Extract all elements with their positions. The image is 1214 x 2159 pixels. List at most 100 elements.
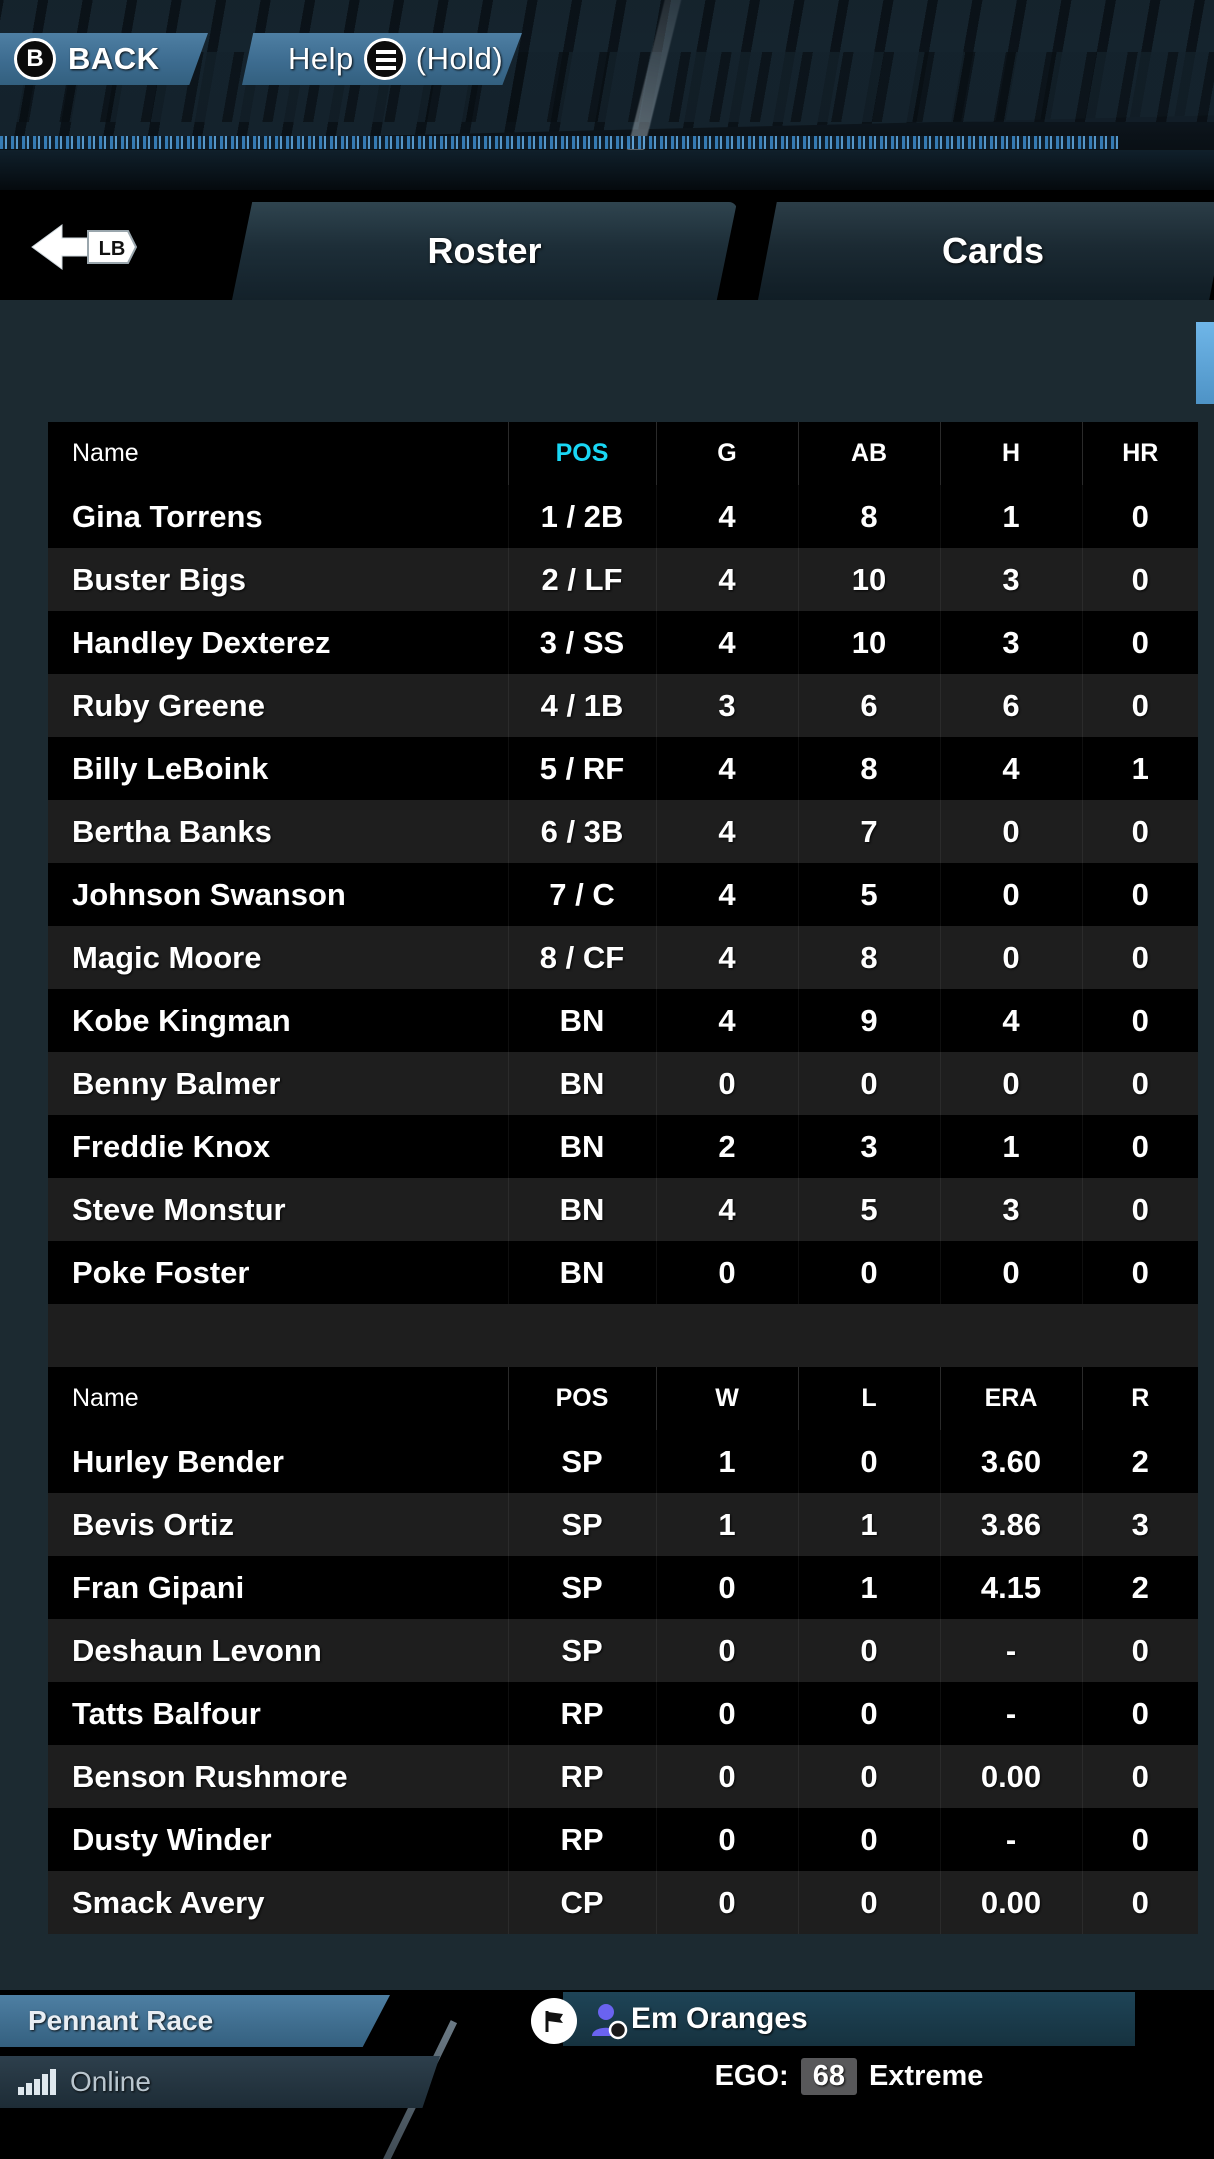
batter-g: 4: [656, 737, 799, 800]
table-row[interactable]: Poke Foster BN 0 0 0 0: [48, 1241, 1198, 1304]
col-header-g[interactable]: G: [656, 422, 799, 485]
batter-hr: 0: [1131, 561, 1149, 597]
help-button[interactable]: Help (Hold): [242, 33, 522, 85]
table-row[interactable]: Bertha Banks 6 / 3B 4 7 0 0: [48, 800, 1198, 863]
table-row[interactable]: Handley Dexterez 3 / SS 4 10 3 0: [48, 611, 1198, 674]
col-header-era[interactable]: ERA: [940, 1367, 1083, 1430]
batter-name: Magic Moore: [48, 926, 509, 989]
batter-h: 3: [940, 611, 1083, 674]
pitcher-w: 0: [656, 1808, 799, 1871]
col-header-hr[interactable]: HR: [1082, 422, 1198, 485]
vertical-scrollbar[interactable]: [1196, 322, 1214, 404]
col-header-r[interactable]: R: [1082, 1367, 1198, 1430]
table-row[interactable]: Tatts Balfour RP 0 0 - 0: [48, 1682, 1198, 1745]
table-row[interactable]: Deshaun Levonn SP 0 0 - 0: [48, 1619, 1198, 1682]
batter-ab: 5: [798, 863, 941, 926]
batter-ab: 8: [798, 737, 941, 800]
pitcher-w: 0: [656, 1619, 799, 1682]
batter-ab: 0: [798, 1052, 941, 1115]
batter-g: 4: [656, 485, 799, 548]
table-row[interactable]: Dusty Winder RP 0 0 - 0: [48, 1808, 1198, 1871]
batter-hr: 0: [1131, 813, 1149, 849]
batter-pos: 7 / C: [508, 863, 657, 926]
online-status-chip[interactable]: Online: [0, 2056, 440, 2108]
tab-cards[interactable]: Cards: [758, 202, 1214, 300]
batter-pos: BN: [508, 1241, 657, 1304]
pitcher-l: 0: [798, 1808, 941, 1871]
table-row[interactable]: Benson Rushmore RP 0 0 0.00 0: [48, 1745, 1198, 1808]
menu-button-icon: [363, 38, 406, 80]
pitchers-header-row: Name POS W L ERA R: [48, 1367, 1198, 1430]
bottom-bar: Pennant Race Online Em Oranges EGO: 68 E…: [0, 1990, 1214, 2159]
table-row[interactable]: Buster Bigs 2 / LF 4 10 3 0: [48, 548, 1198, 611]
pitcher-name: Dusty Winder: [48, 1808, 509, 1871]
table-row[interactable]: Magic Moore 8 / CF 4 8 0 0: [48, 926, 1198, 989]
col-header-name[interactable]: Name: [48, 422, 509, 485]
pitcher-w: 0: [656, 1682, 799, 1745]
pitcher-name: Deshaun Levonn: [48, 1619, 509, 1682]
batter-h: 0: [940, 1241, 1083, 1304]
table-row[interactable]: Johnson Swanson 7 / C 4 5 0 0: [48, 863, 1198, 926]
batter-ab: 6: [798, 674, 941, 737]
batter-name: Johnson Swanson: [48, 863, 509, 926]
table-row[interactable]: Hurley Bender SP 1 0 3.60 2: [48, 1430, 1198, 1493]
batter-pos: 6 / 3B: [508, 800, 657, 863]
pitcher-r: 0: [1131, 1695, 1149, 1731]
table-row[interactable]: Freddie Knox BN 2 3 1 0: [48, 1115, 1198, 1178]
help-button-label: Help: [288, 41, 354, 76]
back-button[interactable]: B BACK: [0, 33, 208, 85]
col-header-pos[interactable]: POS: [508, 1367, 657, 1430]
col-header-ab[interactable]: AB: [798, 422, 941, 485]
batter-name: Kobe Kingman: [48, 989, 509, 1052]
col-header-h[interactable]: H: [940, 422, 1083, 485]
signal-bars-icon: [18, 2069, 58, 2095]
batter-ab: 0: [798, 1241, 941, 1304]
col-header-name[interactable]: Name: [48, 1367, 509, 1430]
batter-name: Steve Monstur: [48, 1178, 509, 1241]
batter-pos: BN: [508, 1115, 657, 1178]
pitcher-r: 0: [1131, 1758, 1149, 1794]
pitcher-era: -: [940, 1619, 1083, 1682]
batter-hr: 0: [1131, 1128, 1149, 1164]
table-row[interactable]: Smack Avery CP 0 0 0.00 0: [48, 1871, 1198, 1934]
online-status-label: Online: [70, 2066, 151, 2097]
header-underband: [0, 150, 1214, 190]
roster-panel: Name POS G AB H HR Gina Torrens 1 / 2B 4…: [0, 300, 1214, 1990]
table-row[interactable]: Fran Gipani SP 0 1 4.15 2: [48, 1556, 1198, 1619]
table-row[interactable]: Kobe Kingman BN 4 9 4 0: [48, 989, 1198, 1052]
pitcher-w: 0: [656, 1556, 799, 1619]
batter-h: 0: [940, 1052, 1083, 1115]
pennant-race-chip[interactable]: Pennant Race: [0, 1995, 390, 2047]
batter-ab: 9: [798, 989, 941, 1052]
prev-tab-bumper[interactable]: LB: [28, 216, 158, 272]
table-row[interactable]: Ruby Greene 4 / 1B 3 6 6 0: [48, 674, 1198, 737]
pitcher-w: 1: [656, 1493, 799, 1556]
pitcher-name: Smack Avery: [48, 1871, 509, 1934]
tab-roster-label: Roster: [427, 230, 542, 271]
table-row[interactable]: Billy LeBoink 5 / RF 4 8 4 1: [48, 737, 1198, 800]
batter-hr: 0: [1131, 939, 1149, 975]
table-row[interactable]: Gina Torrens 1 / 2B 4 8 1 0: [48, 485, 1198, 548]
tab-roster[interactable]: Roster: [232, 202, 737, 300]
batter-h: 0: [940, 800, 1083, 863]
player-card[interactable]: Em Oranges EGO: 68 Extreme: [531, 1992, 1135, 2106]
col-header-l[interactable]: L: [798, 1367, 941, 1430]
batters-header-row: Name POS G AB H HR: [48, 422, 1198, 485]
pitcher-l: 0: [798, 1682, 941, 1745]
ego-tier-label: Extreme: [868, 2059, 984, 2092]
table-row[interactable]: Bevis Ortiz SP 1 1 3.86 3: [48, 1493, 1198, 1556]
batter-pos: BN: [508, 1052, 657, 1115]
ego-value: 68: [800, 2057, 857, 2095]
player-avatar-icon: [585, 1998, 631, 2044]
pitcher-pos: SP: [508, 1556, 657, 1619]
batters-table: Name POS G AB H HR Gina Torrens 1 / 2B 4…: [48, 422, 1198, 1367]
col-header-pos[interactable]: POS: [508, 422, 657, 485]
batter-g: 4: [656, 1178, 799, 1241]
pitcher-l: 0: [798, 1430, 941, 1493]
pitcher-r: 0: [1131, 1632, 1149, 1668]
table-row[interactable]: Steve Monstur BN 4 5 3 0: [48, 1178, 1198, 1241]
col-header-w[interactable]: W: [656, 1367, 799, 1430]
pitcher-l: 0: [798, 1871, 941, 1934]
pitcher-pos: CP: [508, 1871, 657, 1934]
table-row[interactable]: Benny Balmer BN 0 0 0 0: [48, 1052, 1198, 1115]
